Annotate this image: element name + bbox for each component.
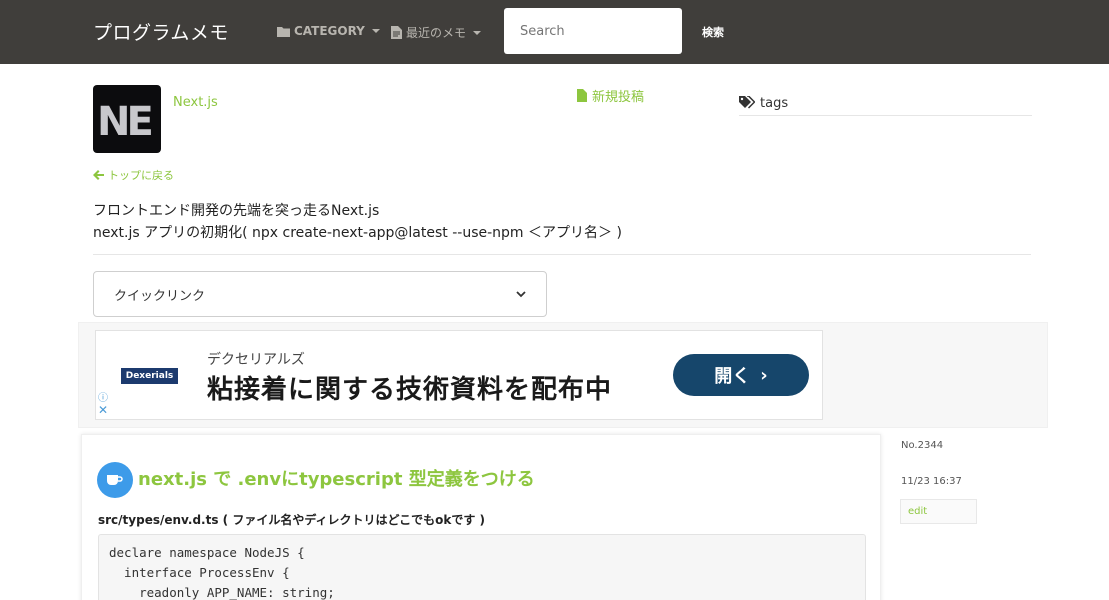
- quicklink-selected: クイックリンク: [114, 288, 206, 304]
- ad-subtitle: デクセリアルズ: [207, 352, 305, 368]
- recent-memo-dropdown[interactable]: 最近のメモ: [391, 24, 482, 41]
- description-line: next.js アプリの初期化( npx create-next-app@lat…: [93, 225, 622, 241]
- ad-open-button[interactable]: 開く ›: [673, 354, 809, 396]
- back-to-top-link[interactable]: トップに戻る: [93, 167, 174, 183]
- ad-open-label: 開く: [714, 366, 751, 387]
- recent-memo-label: 最近のメモ: [406, 26, 467, 40]
- close-icon[interactable]: ✕: [98, 403, 108, 417]
- description-line: フロントエンド開発の先端を突っ走るNext.js: [93, 203, 380, 219]
- file-path-text: src/types/env.d.ts ( ファイル名やディレクトリはどこでもok…: [98, 513, 486, 527]
- chevron-down-icon: [371, 29, 380, 33]
- chevron-right-icon: ›: [760, 364, 768, 386]
- site-brand[interactable]: プログラムメモ: [93, 18, 229, 45]
- memo-date: 11/23 16:37: [901, 476, 962, 487]
- category-label: CATEGORY: [294, 24, 365, 38]
- new-post-label: 新規投稿: [592, 90, 645, 105]
- folder-icon: [277, 26, 290, 37]
- search-button[interactable]: 検索: [702, 24, 724, 40]
- ad-banner[interactable]: Dexerials デクセリアルズ 粘接着に関する技術資料を配布中 開く › ⓘ…: [95, 330, 823, 420]
- chevron-down-icon: [516, 290, 526, 297]
- file-icon: [577, 89, 587, 102]
- category-description: フロントエンド開発の先端を突っ走るNext.js next.js アプリの初期化…: [93, 200, 1031, 255]
- article-title[interactable]: next.js で .envにtypescript 型定義をつける: [138, 465, 535, 491]
- code-block: declare namespace NodeJS { interface Pro…: [98, 534, 866, 600]
- quicklink-select[interactable]: クイックリンク: [93, 271, 547, 317]
- tags-icon: [739, 96, 755, 109]
- category-dropdown[interactable]: CATEGORY: [277, 24, 380, 38]
- edit-button[interactable]: edit: [900, 499, 977, 524]
- arrow-left-icon: [93, 170, 104, 180]
- category-title-link[interactable]: Next.js: [173, 95, 218, 110]
- back-label: トップに戻る: [108, 169, 174, 182]
- document-icon: [391, 26, 402, 39]
- top-navbar: プログラムメモ CATEGORY 最近のメモ 検索: [0, 0, 1109, 64]
- info-icon[interactable]: ⓘ: [98, 389, 108, 404]
- tags-label: tags: [760, 96, 789, 111]
- memo-number: No.2344: [901, 440, 944, 451]
- new-post-link[interactable]: 新規投稿: [577, 86, 644, 105]
- category-logo: NE: [93, 85, 161, 153]
- search-input[interactable]: [504, 8, 682, 54]
- ad-headline: 粘接着に関する技術資料を配布中: [207, 375, 613, 405]
- ad-brand-logo: Dexerials: [121, 368, 178, 384]
- logo-text: NE: [97, 99, 154, 145]
- chevron-down-icon: [473, 30, 482, 35]
- tags-heading: tags: [739, 96, 1032, 116]
- memo-article: next.js で .envにtypescript 型定義をつける src/ty…: [81, 434, 881, 600]
- coffee-icon: [97, 462, 133, 498]
